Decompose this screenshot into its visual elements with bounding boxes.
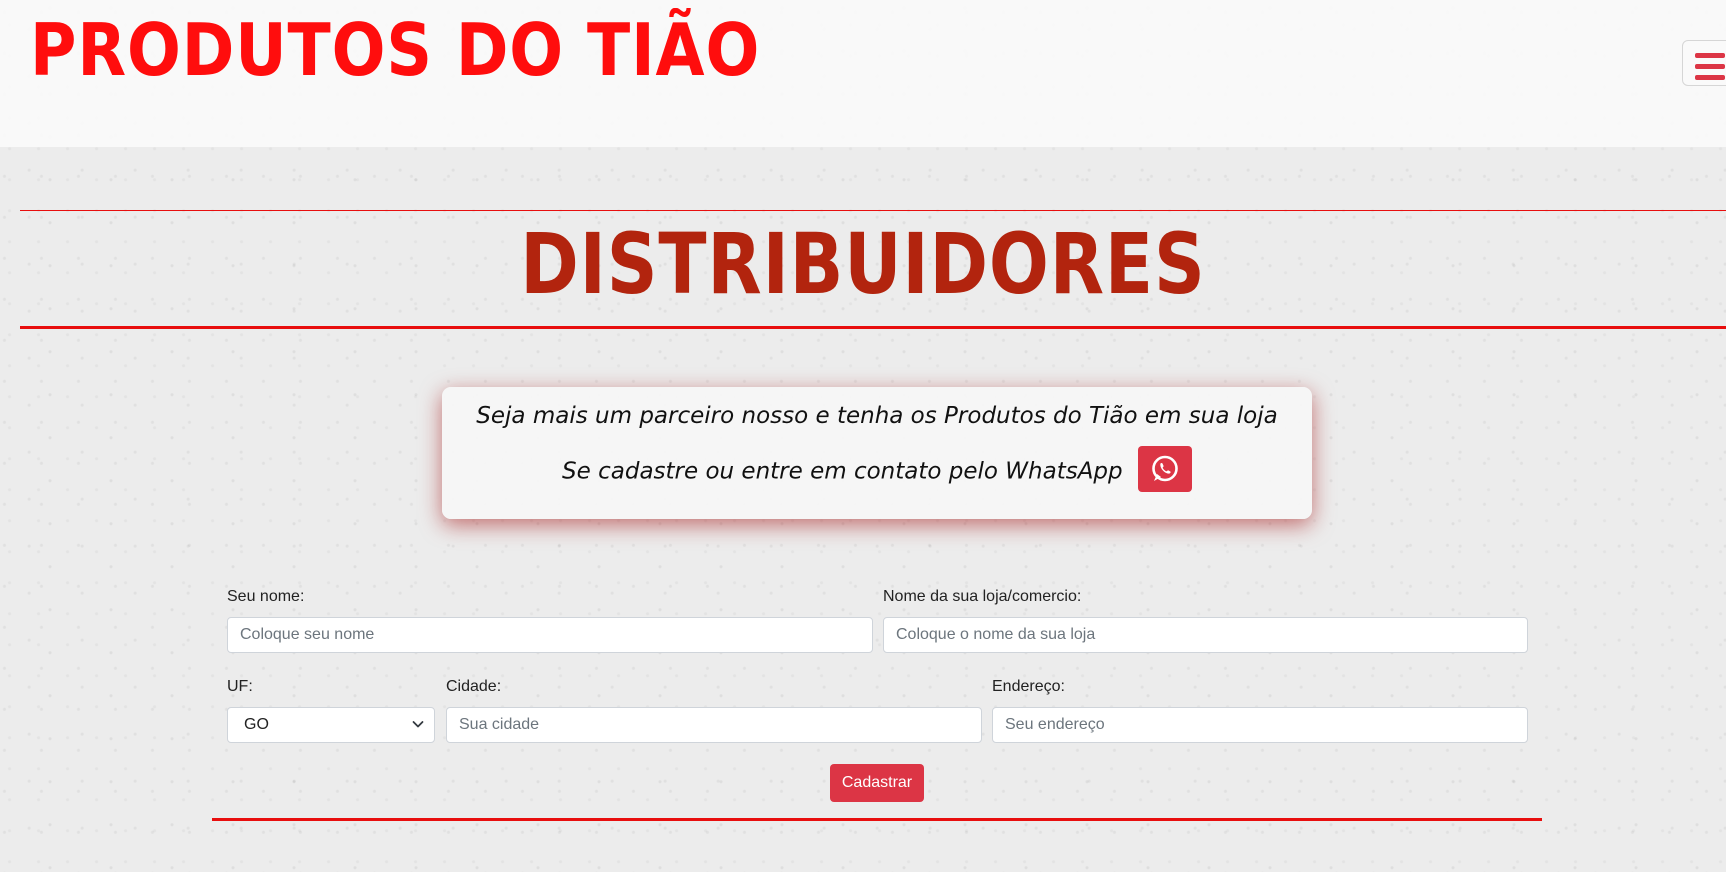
uf-label: UF: [227, 678, 253, 695]
whatsapp-button[interactable] [1137, 446, 1192, 492]
brand-logo[interactable]: PRODUTOS DO TIÃO [30, 14, 760, 86]
chevron-down-icon [412, 721, 424, 728]
form-bottom-divider [212, 818, 1542, 821]
city-label: Cidade: [446, 678, 502, 695]
city-input[interactable] [446, 707, 982, 743]
page-title: DISTRIBUIDORES [520, 215, 1206, 313]
address-input[interactable] [992, 707, 1528, 743]
title-bottom-divider [20, 326, 1726, 329]
name-label: Seu nome: [227, 588, 305, 605]
card-contact-line: Se cadastre ou entre em contato pelo Wha… [442, 446, 1312, 495]
title-top-divider [20, 210, 1726, 211]
card-headline: Seja mais um parceiro nosso e tenha os P… [476, 403, 1278, 429]
address-label: Endereço: [992, 678, 1065, 695]
menu-toggle-button[interactable] [1682, 40, 1726, 86]
site-header: PRODUTOS DO TIÃO [0, 0, 1726, 147]
store-label: Nome da sua loja/comercio: [883, 588, 1082, 605]
name-input[interactable] [227, 617, 873, 653]
uf-selected-value: GO [244, 716, 269, 733]
hamburger-menu-icon [1695, 53, 1726, 80]
store-name-input[interactable] [883, 617, 1528, 653]
partner-info-card: Seja mais um parceiro nosso e tenha os P… [442, 387, 1312, 519]
submit-button[interactable]: Cadastrar [830, 764, 924, 802]
uf-select[interactable]: GO [227, 707, 435, 743]
whatsapp-icon [1152, 455, 1178, 482]
card-contact-text: Se cadastre ou entre em contato pelo Wha… [562, 458, 1123, 485]
